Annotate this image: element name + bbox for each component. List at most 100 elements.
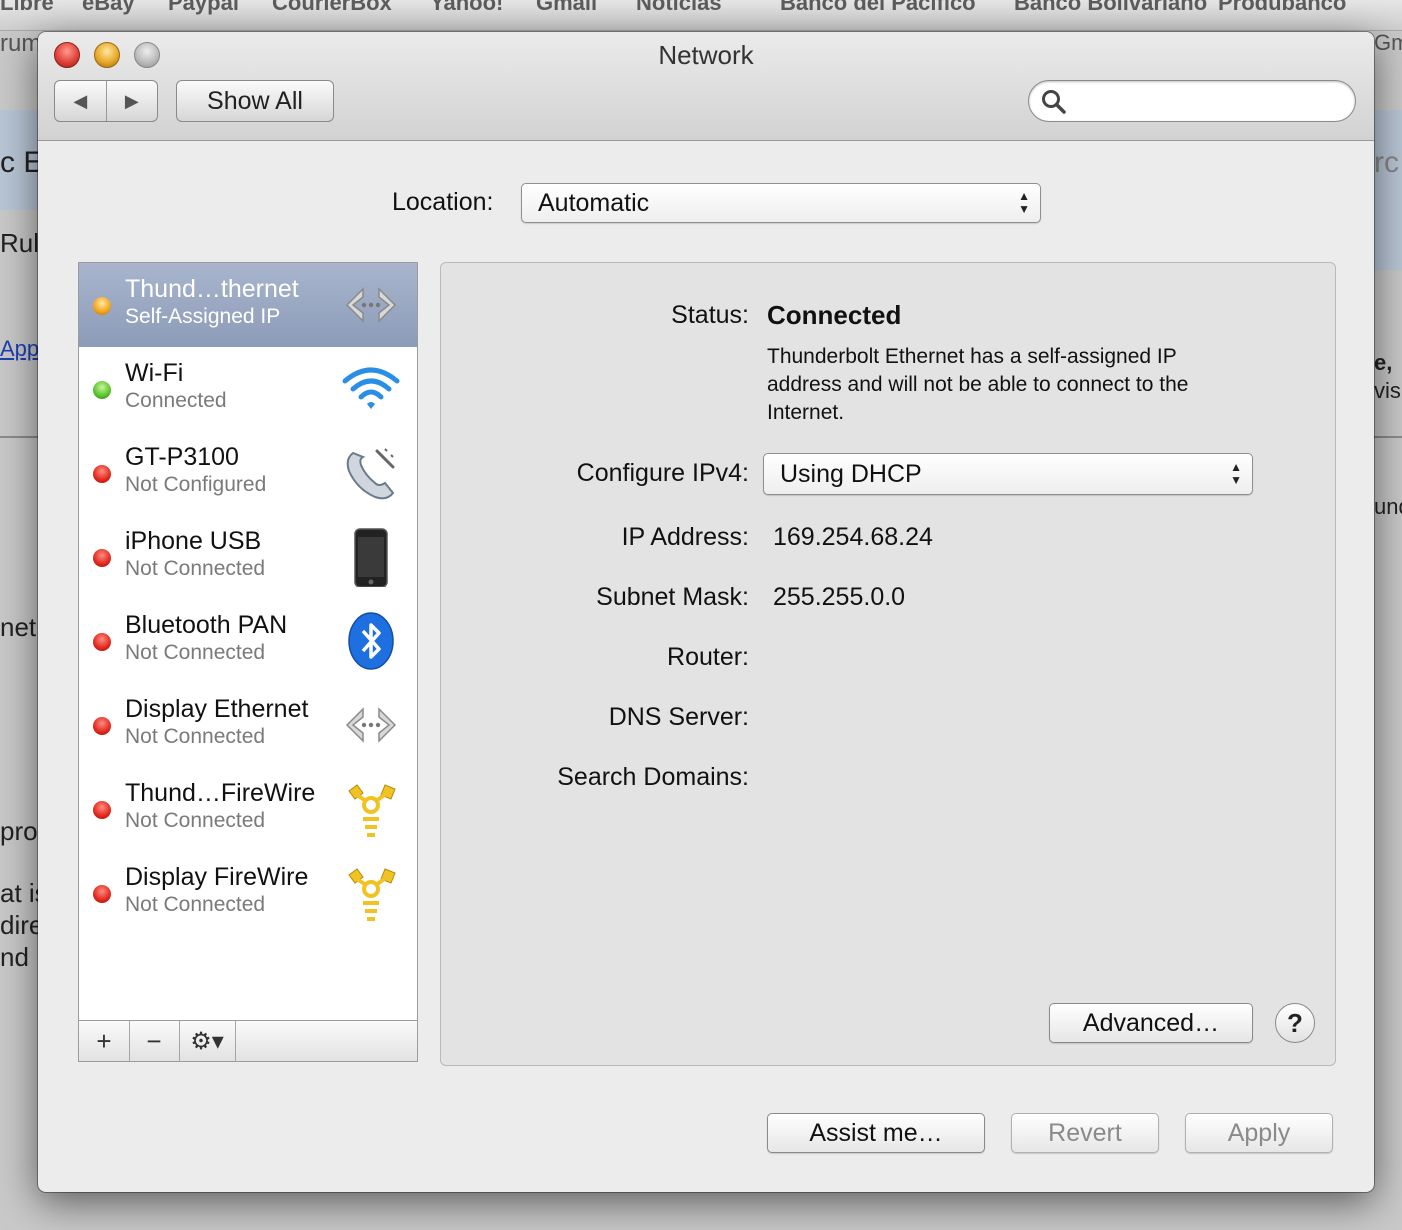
service-status: Not Connected	[125, 641, 266, 664]
dns-server-label: DNS Server:	[608, 703, 749, 731]
service-detail-panel: Status: Connected Thunderbolt Ethernet h…	[440, 262, 1336, 1066]
popup-arrows-icon: ▲ ▼	[1018, 189, 1030, 216]
service-name: Bluetooth PAN	[125, 611, 288, 639]
status-description: Thunderbolt Ethernet has a self-assigned…	[767, 345, 1189, 424]
background-text: nd	[0, 942, 29, 972]
configure-ipv4-value: Using DHCP	[780, 460, 922, 488]
background-text: dire	[0, 910, 44, 940]
service-name: Thund…thernet	[125, 275, 299, 303]
bookmark: Banco del Pacifico	[780, 0, 976, 15]
background-bookmarks-bar: Libre eBay Paypal CourierBox Yahoo! Gmai…	[0, 0, 1402, 31]
bookmark: Paypal	[168, 0, 239, 15]
location-label: Location:	[392, 188, 494, 216]
phone-handset-icon	[341, 443, 401, 503]
service-item[interactable]: iPhone USB Not Connected	[79, 515, 417, 599]
background-text: e,	[1374, 350, 1393, 375]
bookmark: Yahoo!	[430, 0, 504, 15]
popup-arrows-icon: ▲ ▼	[1230, 460, 1242, 487]
service-item[interactable]: Display Ethernet Not Connected	[79, 683, 417, 767]
show-all-button[interactable]: Show All	[176, 80, 334, 122]
service-status: Not Connected	[125, 893, 266, 916]
bookmark: Gmail	[536, 0, 598, 15]
firewire-icon	[341, 779, 401, 839]
window-title: Network	[658, 40, 754, 70]
bluetooth-icon	[341, 611, 401, 671]
status-label: Status:	[671, 301, 749, 329]
back-arrow-icon: ◀	[73, 90, 88, 111]
status-dot-icon	[93, 381, 111, 399]
service-name: GT-P3100	[125, 443, 239, 471]
apply-button[interactable]: Apply	[1185, 1113, 1333, 1153]
status-dot-icon	[93, 717, 111, 735]
configure-ipv4-popup[interactable]: Using DHCP ▲ ▼	[763, 453, 1253, 495]
service-status: Not Connected	[125, 809, 266, 832]
ethernet-arrows-icon	[341, 695, 401, 755]
bookmark: Banco Bolivariano	[1014, 0, 1208, 15]
service-status: Not Connected	[125, 557, 266, 580]
forward-button[interactable]: ▶	[105, 81, 158, 121]
service-item[interactable]: Display FireWire Not Connected	[79, 851, 417, 935]
search-domains-label: Search Domains:	[557, 763, 749, 791]
background-text: rc	[1374, 146, 1399, 179]
background-panel	[1374, 110, 1402, 270]
service-status: Self-Assigned IP	[125, 305, 281, 328]
service-status: Connected	[125, 389, 227, 412]
background-text: visi	[1374, 378, 1402, 403]
network-window: Network ◀ ▶ Show All Location: Automatic…	[38, 32, 1374, 1192]
bookmark: eBay	[82, 0, 135, 15]
ethernet-arrows-icon	[341, 275, 401, 335]
revert-button[interactable]: Revert	[1011, 1113, 1159, 1153]
service-name: Thund…FireWire	[125, 779, 316, 807]
status-dot-icon	[93, 801, 111, 819]
location-value: Automatic	[538, 189, 650, 217]
back-button[interactable]: ◀	[55, 81, 106, 121]
subnet-mask-value: 255.255.0.0	[773, 583, 906, 611]
background-text: rum	[0, 30, 42, 57]
window-toolbar: Network ◀ ▶ Show All	[38, 32, 1374, 141]
service-list: Thund…thernet Self-Assigned IP Wi-Fi Connec…	[78, 262, 418, 1062]
firewire-icon	[341, 863, 401, 923]
service-item[interactable]: GT-P3100 Not Configured	[79, 431, 417, 515]
background-divider	[1374, 436, 1402, 438]
service-list-toolbar: + − ⚙▾	[79, 1020, 417, 1061]
gear-menu-button[interactable]: ⚙▾	[179, 1021, 236, 1061]
service-status: Not Connected	[125, 725, 266, 748]
location-popup[interactable]: Automatic ▲ ▼	[521, 183, 1041, 223]
bookmark: CourierBox	[272, 0, 392, 15]
help-button[interactable]: ?	[1275, 1003, 1315, 1043]
service-name: iPhone USB	[125, 527, 262, 555]
service-status: Not Configured	[125, 473, 267, 496]
background-text: c E	[0, 146, 44, 179]
service-name: Display Ethernet	[125, 695, 309, 723]
subnet-mask-label: Subnet Mask:	[596, 583, 749, 611]
service-item[interactable]: Thund…FireWire Not Connected	[79, 767, 417, 851]
background-text: Gm	[1374, 30, 1402, 55]
service-name: Display FireWire	[125, 863, 309, 891]
service-item[interactable]: Bluetooth PAN Not Connected	[79, 599, 417, 683]
service-name: Wi-Fi	[125, 359, 184, 387]
status-dot-icon	[93, 549, 111, 567]
iphone-icon	[341, 527, 401, 588]
background-text: und	[1374, 494, 1402, 519]
magnifier-icon	[1042, 90, 1066, 114]
remove-service-button[interactable]: −	[129, 1021, 180, 1061]
status-dot-icon	[93, 885, 111, 903]
ip-address-value: 169.254.68.24	[773, 523, 933, 551]
bookmark: Libre	[0, 0, 54, 15]
background-text: net	[0, 612, 37, 642]
search-field[interactable]	[1028, 80, 1356, 122]
status-dot-icon	[93, 633, 111, 651]
service-item[interactable]: Wi-Fi Connected	[79, 347, 417, 431]
configure-ipv4-label: Configure IPv4:	[576, 459, 749, 487]
back-forward-control: ◀ ▶	[54, 80, 158, 122]
advanced-button[interactable]: Advanced…	[1049, 1003, 1253, 1043]
assist-me-button[interactable]: Assist me…	[767, 1113, 985, 1153]
status-dot-icon	[93, 297, 111, 315]
service-item[interactable]: Thund…thernet Self-Assigned IP	[79, 263, 417, 347]
background-text: pro	[0, 816, 38, 846]
bookmark: Produbanco	[1218, 0, 1347, 15]
forward-arrow-icon: ▶	[124, 90, 139, 111]
router-label: Router:	[667, 643, 749, 671]
add-service-button[interactable]: +	[79, 1021, 130, 1061]
bookmark: Noticias	[636, 0, 722, 15]
